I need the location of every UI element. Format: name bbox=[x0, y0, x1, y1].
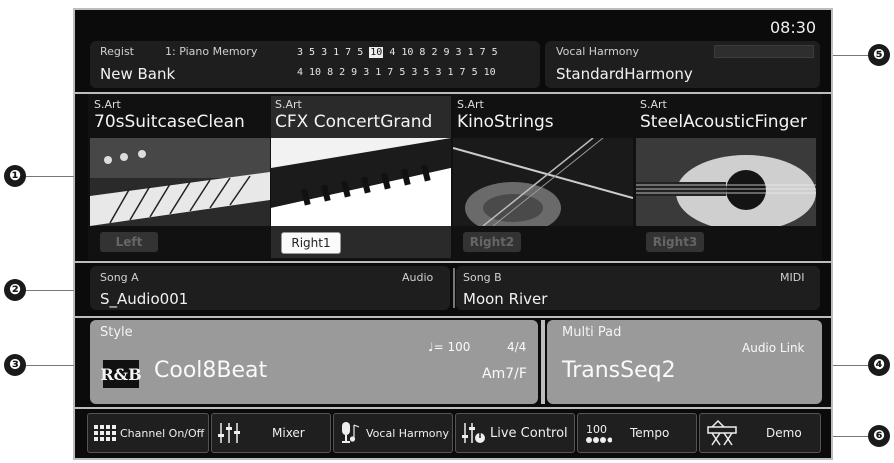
part-right1-button[interactable]: Right1 bbox=[281, 232, 341, 254]
voice-right3-name: SteelAcousticFinger bbox=[640, 112, 807, 132]
song-b-type: MIDI bbox=[780, 271, 805, 284]
tempo-label: Tempo bbox=[630, 426, 670, 440]
microphone-icon bbox=[340, 421, 362, 445]
callout-6-line bbox=[833, 436, 868, 437]
vocal-harmony-level-meter bbox=[714, 45, 814, 58]
channel-on-off-button[interactable]: Channel On/Off bbox=[87, 413, 209, 453]
voice-left-tag: S.Art bbox=[94, 98, 121, 111]
clock: 08:30 bbox=[770, 18, 817, 37]
song-a-type: Audio bbox=[402, 271, 434, 284]
callout-5-line bbox=[833, 55, 868, 56]
voice-left[interactable]: S.Art 70sSuitcaseClean Left bbox=[90, 96, 270, 258]
regist-seq-current: 10 bbox=[369, 47, 384, 58]
style-multipad-separator bbox=[541, 320, 545, 404]
song-a-name: S_Audio001 bbox=[100, 290, 189, 308]
part-right3-button[interactable]: Right3 bbox=[646, 232, 704, 252]
regist-bank-info: 1: Piano Memory bbox=[165, 45, 258, 58]
grand-piano-photo-icon bbox=[271, 138, 451, 226]
vocal-harmony-button-label: Vocal Harmony bbox=[366, 426, 450, 440]
channel-grid-icon bbox=[94, 425, 116, 441]
vocal-harmony-value: StandardHarmony bbox=[556, 65, 693, 83]
voice-right1-name: CFX ConcertGrand bbox=[275, 112, 433, 132]
callout-1: ❶ bbox=[4, 165, 26, 187]
demo-label: Demo bbox=[766, 426, 802, 440]
song-b-label: Song B bbox=[463, 271, 502, 284]
voice-right3-tag: S.Art bbox=[640, 98, 667, 111]
mixer-label: Mixer bbox=[272, 426, 305, 440]
song-b-name: Moon River bbox=[463, 290, 548, 308]
divider-voices bbox=[73, 261, 833, 263]
live-control-button[interactable]: Live Control bbox=[455, 413, 575, 453]
style-genre-badge: R&B bbox=[100, 360, 142, 388]
multipad-label: Multi Pad bbox=[562, 325, 622, 340]
vocal-harmony-button[interactable]: Vocal Harmony bbox=[333, 413, 453, 453]
demo-button[interactable]: Demo bbox=[699, 413, 821, 453]
voice-right2-name: KinoStrings bbox=[457, 112, 554, 132]
voice-left-name: 70sSuitcaseClean bbox=[94, 112, 245, 132]
callout-3: ❸ bbox=[4, 354, 26, 376]
part-left-button[interactable]: Left bbox=[100, 232, 158, 252]
keyboard-stand-icon bbox=[706, 420, 738, 446]
style-name: Cool8Beat bbox=[154, 358, 268, 383]
regist-seq-pre: 3 5 3 1 7 5 bbox=[297, 47, 370, 58]
multipad-name: TransSeq2 bbox=[562, 358, 676, 383]
regist-seq-post: 4 10 8 2 9 3 1 7 5 bbox=[383, 47, 498, 58]
part-right2-button[interactable]: Right2 bbox=[463, 232, 521, 252]
song-a-label: Song A bbox=[100, 271, 139, 284]
mixer-sliders-icon bbox=[218, 422, 240, 444]
regist-sequence-row2: 4 10 8 2 9 3 1 7 5 3 5 3 1 7 5 10 bbox=[297, 67, 496, 78]
callout-4-line bbox=[833, 365, 868, 366]
style-tempo: ♩= 100 bbox=[428, 340, 471, 354]
multipad-audio-link: Audio Link bbox=[742, 341, 805, 355]
electric-piano-photo-icon bbox=[90, 138, 270, 226]
live-control-knob-icon bbox=[462, 421, 486, 445]
voice-right1-tag: S.Art bbox=[275, 98, 302, 111]
style-chord: Am7/F bbox=[482, 366, 527, 382]
acoustic-guitar-photo-icon bbox=[636, 138, 816, 226]
voice-right1[interactable]: S.Art CFX ConcertGrand Right1 bbox=[271, 96, 451, 258]
voice-right2-tag: S.Art bbox=[457, 98, 484, 111]
mixer-button[interactable]: Mixer bbox=[211, 413, 331, 453]
song-divider bbox=[453, 268, 455, 308]
vocal-harmony-label: Vocal Harmony bbox=[556, 45, 640, 58]
callout-1-line bbox=[26, 176, 74, 177]
callout-3-line bbox=[26, 365, 74, 366]
tempo-value: 100 bbox=[586, 422, 607, 436]
tempo-button[interactable]: 100 Tempo bbox=[577, 413, 697, 453]
regist-bank-name: New Bank bbox=[100, 65, 176, 83]
callout-2: ❷ bbox=[4, 279, 26, 301]
callout-6: ❻ bbox=[868, 425, 890, 447]
violin-photo-icon bbox=[453, 138, 633, 226]
divider-songs bbox=[73, 316, 833, 318]
voice-right2[interactable]: S.Art KinoStrings Right2 bbox=[453, 96, 633, 258]
callout-5: ❺ bbox=[868, 44, 890, 66]
divider-bottom bbox=[73, 407, 833, 409]
style-label: Style bbox=[100, 325, 133, 340]
callout-4: ❹ bbox=[868, 354, 890, 376]
tempo-dots-icon: 100 bbox=[586, 423, 612, 444]
regist-sequence-row1: 3 5 3 1 7 5 10 4 10 8 2 9 3 1 7 5 bbox=[297, 47, 498, 58]
regist-label: Regist bbox=[100, 45, 134, 58]
callout-2-line bbox=[26, 290, 74, 291]
channel-on-off-label: Channel On/Off bbox=[120, 426, 205, 440]
voice-right3[interactable]: S.Art SteelAcousticFinger Right3 bbox=[636, 96, 816, 258]
style-beat: 4/4 bbox=[507, 340, 527, 354]
live-control-label: Live Control bbox=[490, 425, 568, 441]
